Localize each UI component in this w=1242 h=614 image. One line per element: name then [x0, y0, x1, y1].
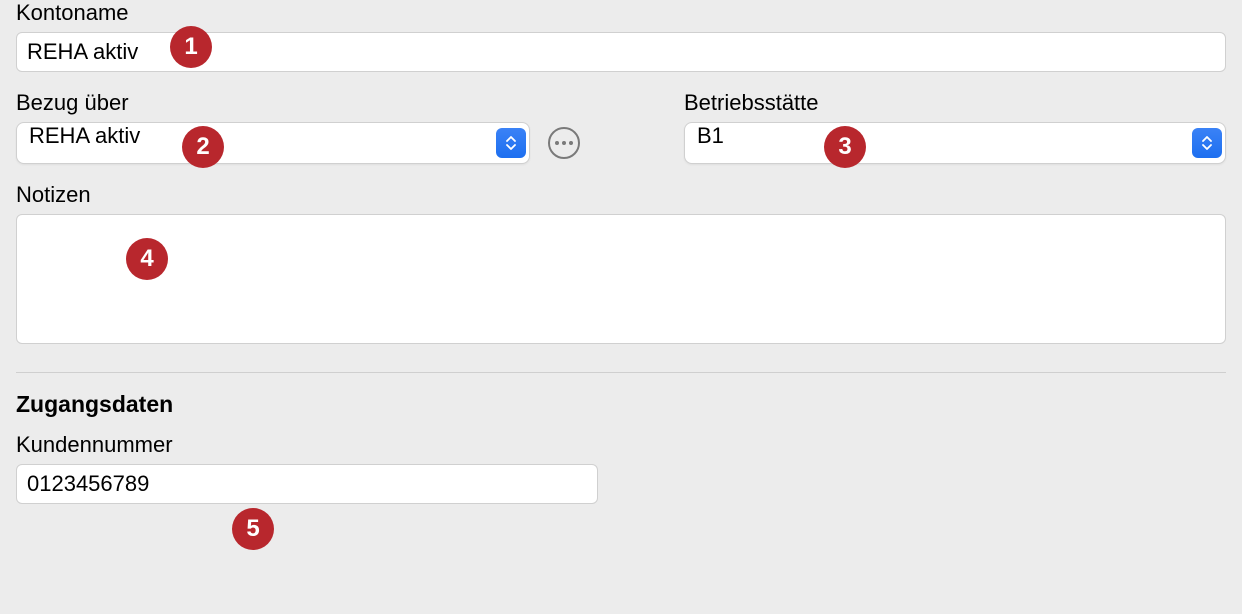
kundennummer-input[interactable] — [16, 464, 598, 504]
section-divider — [16, 372, 1226, 373]
annotation-badge-4: 4 — [126, 238, 168, 280]
kundennummer-label: Kundennummer — [16, 432, 1226, 458]
notizen-textarea[interactable] — [16, 214, 1226, 344]
annotation-badge-2: 2 — [182, 126, 224, 168]
notizen-label: Notizen — [16, 182, 1226, 208]
kundennummer-group: Kundennummer — [16, 432, 1226, 504]
bezug-ueber-select-wrap: REHA aktiv — [16, 122, 530, 164]
betriebsstaette-select-wrap: B1 — [684, 122, 1226, 164]
zugangsdaten-title: Zugangsdaten — [16, 391, 1226, 418]
bezug-ueber-group: Bezug über REHA aktiv — [16, 90, 530, 164]
bezug-ueber-label: Bezug über — [16, 90, 530, 116]
annotation-badge-3: 3 — [824, 126, 866, 168]
betriebsstaette-select[interactable]: B1 — [684, 122, 1226, 164]
annotation-badge-5: 5 — [232, 508, 274, 550]
more-options-button[interactable] — [548, 127, 580, 159]
kontoname-label: Kontoname — [16, 0, 1226, 26]
ellipsis-icon — [555, 141, 573, 145]
notizen-group: Notizen — [16, 182, 1226, 350]
betriebsstaette-group: Betriebsstätte B1 — [684, 90, 1226, 164]
annotation-badge-1: 1 — [170, 26, 212, 68]
bezug-ueber-select[interactable]: REHA aktiv — [16, 122, 530, 164]
betriebsstaette-label: Betriebsstätte — [684, 90, 1226, 116]
